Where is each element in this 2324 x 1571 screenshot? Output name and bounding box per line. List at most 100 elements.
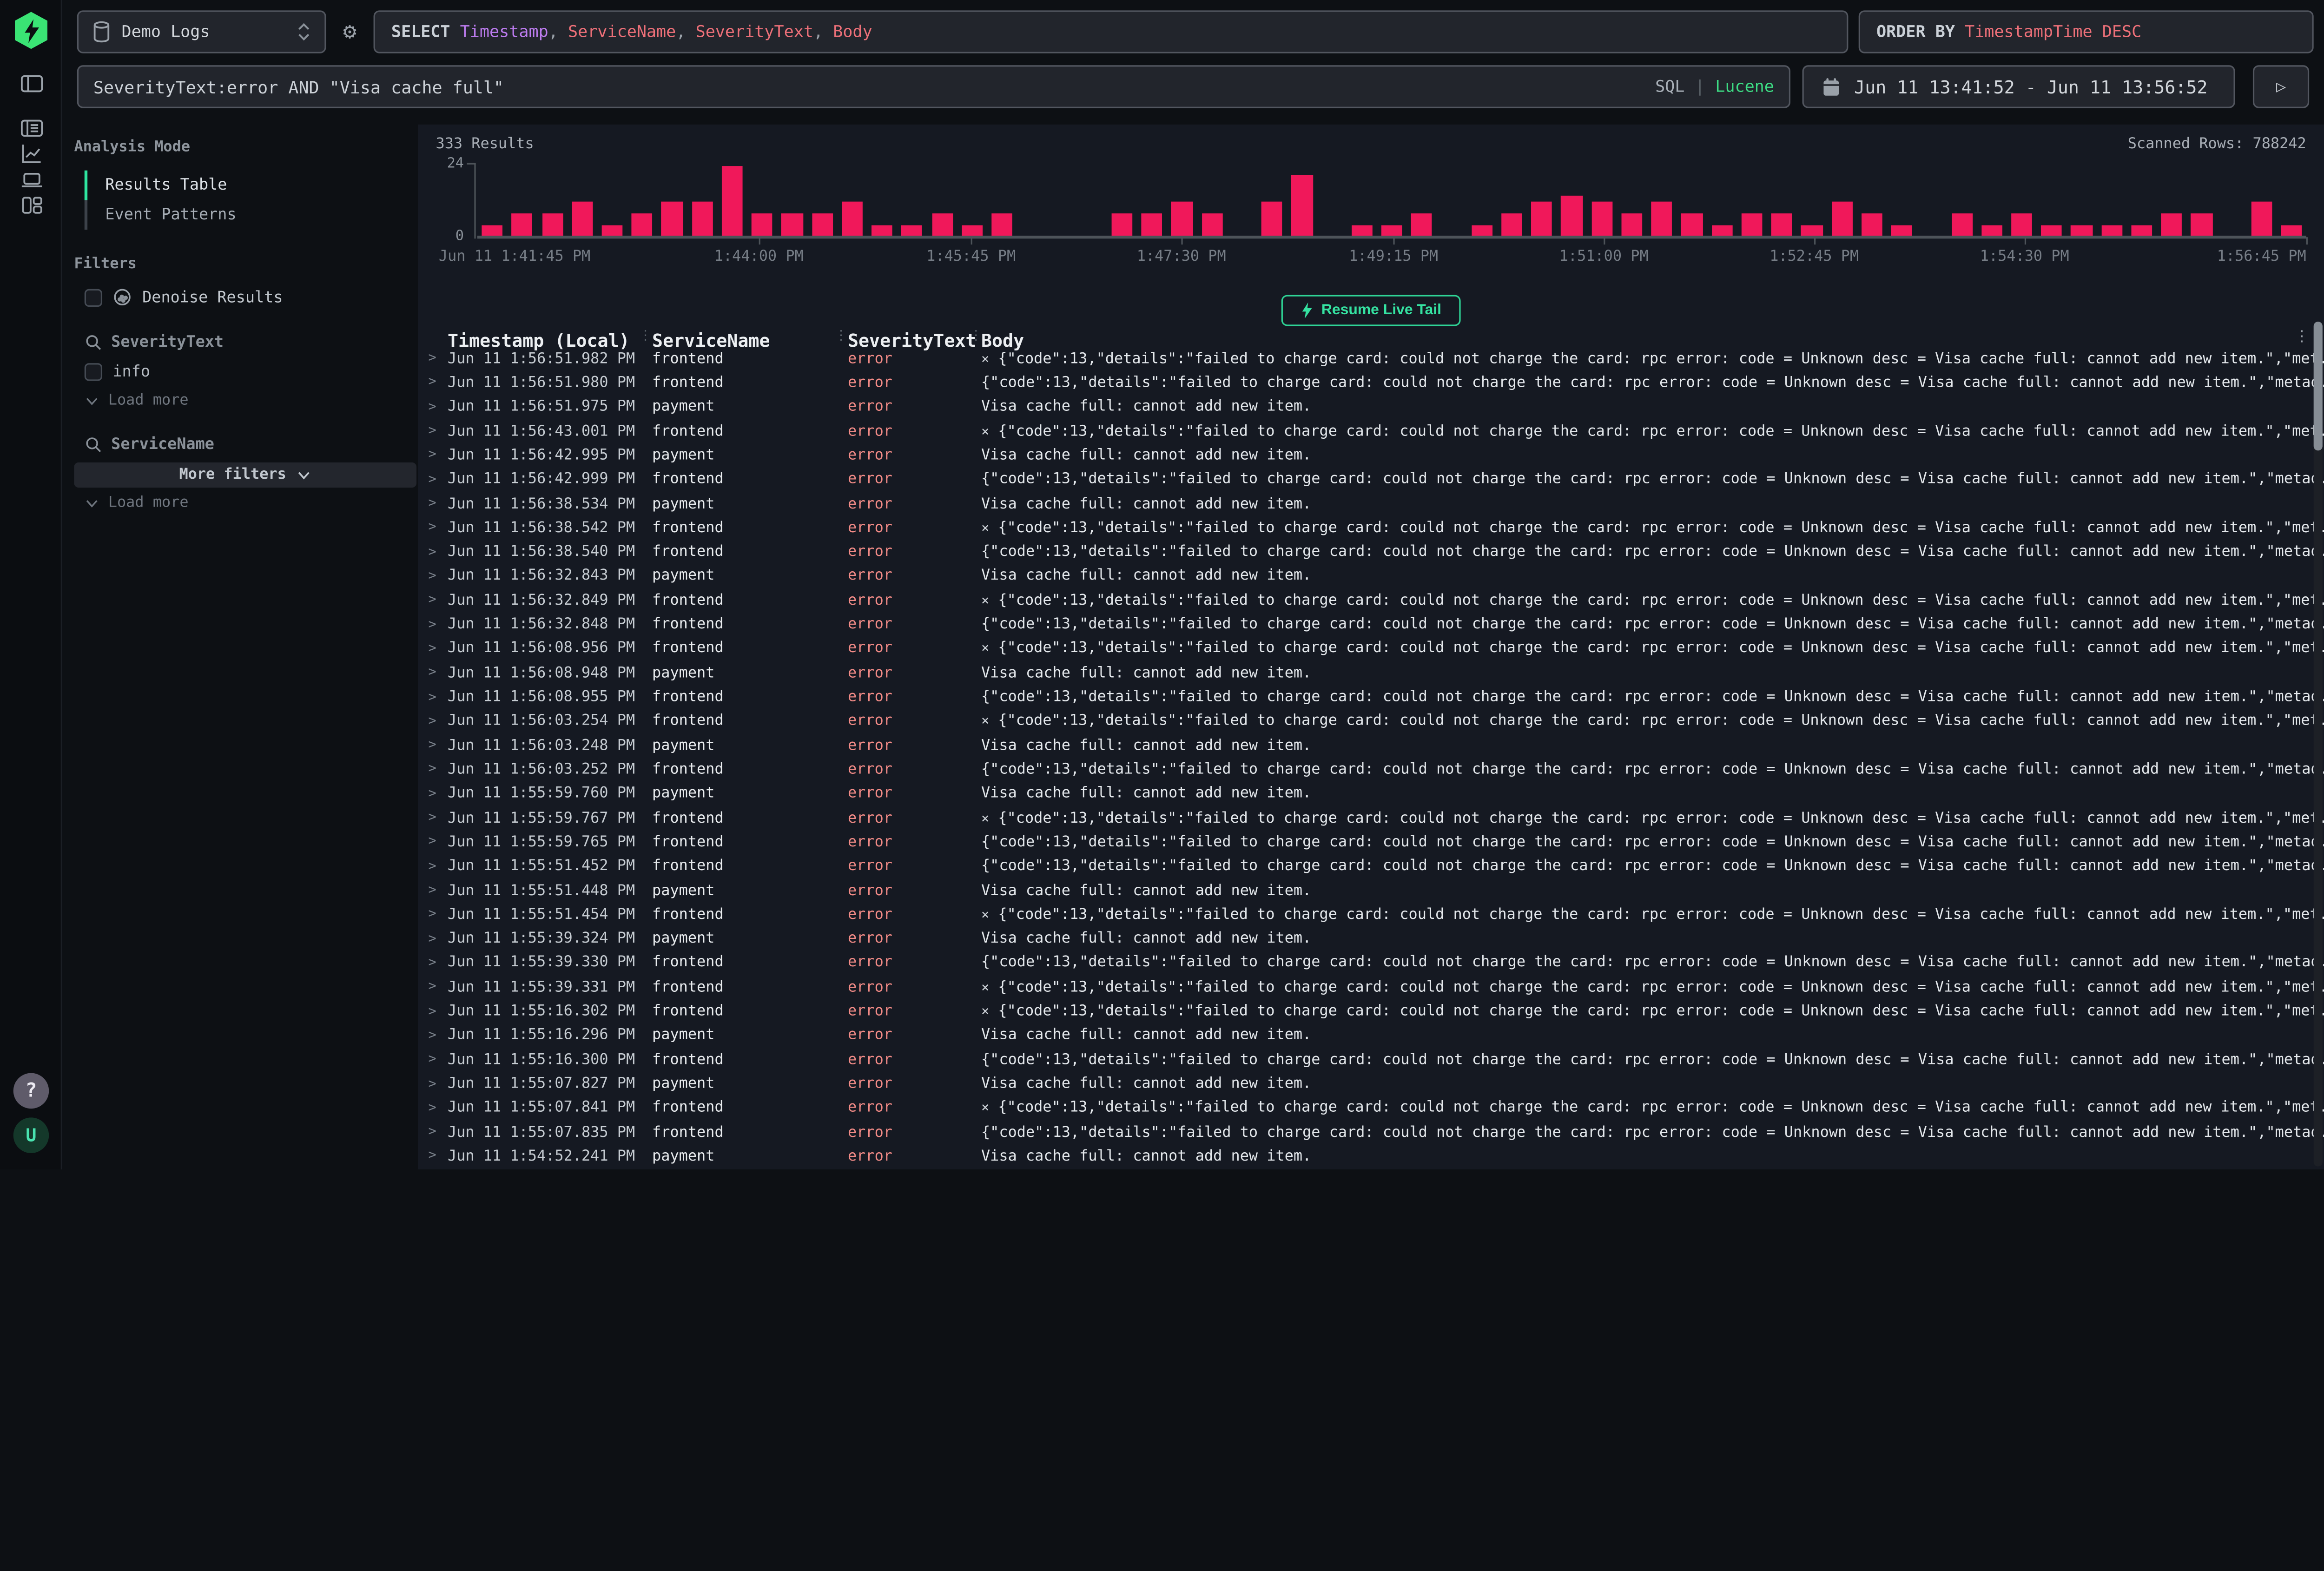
table-row[interactable]: >Jun 11 1:56:03.254 PMfrontenderror×{"co… (418, 709, 2324, 733)
select-query-editor[interactable]: SELECT Timestamp, ServiceName, SeverityT… (374, 10, 1849, 53)
table-row[interactable]: >Jun 11 1:56:43.001 PMfrontenderror×{"co… (418, 419, 2324, 443)
time-range-picker[interactable]: Jun 11 13:41:52 - Jun 11 13:56:52 (1802, 65, 2235, 108)
histogram-slot[interactable] (1347, 166, 1377, 237)
row-expand-chevron[interactable]: > (418, 859, 448, 874)
histogram-slot[interactable] (507, 166, 537, 237)
row-expand-chevron[interactable]: > (418, 1101, 448, 1116)
histogram-slot[interactable] (1857, 166, 1887, 237)
histogram-slot[interactable] (927, 166, 957, 237)
histogram-slot[interactable] (1737, 166, 1767, 237)
row-expand-chevron[interactable]: > (418, 787, 448, 802)
table-row[interactable]: >Jun 11 1:56:38.534 PMpaymenterrorVisa c… (418, 492, 2324, 516)
table-row[interactable]: >Jun 11 1:56:42.999 PMfrontenderror{"cod… (418, 468, 2324, 492)
row-expand-chevron[interactable]: > (418, 472, 448, 487)
row-expand-chevron[interactable]: > (418, 376, 448, 390)
table-row[interactable]: >Jun 11 1:56:08.948 PMpaymenterrorVisa c… (418, 661, 2324, 685)
histogram-slot[interactable] (1977, 166, 2007, 237)
table-row[interactable]: >Jun 11 1:56:51.975 PMpaymenterrorVisa c… (418, 395, 2324, 419)
histogram-slot[interactable] (1107, 166, 1137, 237)
table-row[interactable]: >Jun 11 1:55:59.765 PMfrontenderror{"cod… (418, 831, 2324, 855)
row-expand-chevron[interactable]: > (418, 908, 448, 923)
filter-group-servicename[interactable]: ServiceName (85, 436, 418, 454)
histogram-slot[interactable] (1827, 166, 1857, 237)
row-expand-chevron[interactable]: > (418, 424, 448, 439)
histogram-slot[interactable] (2007, 166, 2037, 237)
order-by-editor[interactable]: ORDER BY TimestampTime DESC (1859, 10, 2314, 53)
source-select[interactable]: Demo Logs (77, 10, 326, 53)
table-row[interactable]: >Jun 11 1:56:32.843 PMpaymenterrorVisa c… (418, 564, 2324, 588)
row-expand-chevron[interactable]: > (418, 593, 448, 608)
histogram-slot[interactable] (2157, 166, 2187, 237)
filter-checkbox[interactable] (85, 363, 102, 381)
histogram-slot[interactable] (1467, 166, 1497, 237)
table-row[interactable]: >Jun 11 1:55:07.835 PMfrontenderror{"cod… (418, 1121, 2324, 1145)
histogram-slot[interactable] (747, 166, 777, 237)
histogram-slot[interactable] (2217, 166, 2247, 237)
row-expand-chevron[interactable]: > (418, 448, 448, 463)
row-expand-chevron[interactable]: > (418, 1029, 448, 1043)
table-row[interactable]: >Jun 11 1:55:51.452 PMfrontenderror{"cod… (418, 855, 2324, 879)
search-input[interactable]: SeverityText:error AND "Visa cache full"… (77, 65, 1790, 108)
mode-results-table[interactable]: Results Table (85, 171, 418, 200)
table-row[interactable]: >Jun 11 1:55:16.300 PMfrontenderror{"cod… (418, 1048, 2324, 1072)
table-row[interactable]: >Jun 11 1:56:08.956 PMfrontenderror×{"co… (418, 637, 2324, 661)
histogram-slot[interactable] (837, 166, 867, 237)
histogram-slot[interactable] (2187, 166, 2217, 237)
row-expand-chevron[interactable]: > (418, 569, 448, 584)
row-expand-chevron[interactable]: > (418, 496, 448, 511)
histogram-slot[interactable] (1617, 166, 1647, 237)
row-expand-chevron[interactable]: > (418, 956, 448, 971)
histogram-slot[interactable] (1797, 166, 1827, 237)
histogram-slot[interactable] (1317, 166, 1347, 237)
histogram-slot[interactable] (687, 166, 717, 237)
histogram-slot[interactable] (1407, 166, 1437, 237)
histogram-slot[interactable] (987, 166, 1017, 237)
table-row[interactable]: >Jun 11 1:56:03.252 PMfrontenderror{"cod… (418, 758, 2324, 782)
row-expand-chevron[interactable]: > (418, 980, 448, 995)
row-expand-chevron[interactable]: > (418, 521, 448, 535)
histogram-slot[interactable] (1527, 166, 1557, 237)
histogram-slot[interactable] (1557, 166, 1587, 237)
row-expand-chevron[interactable]: > (418, 545, 448, 560)
histogram-slot[interactable] (897, 166, 927, 237)
row-expand-chevron[interactable]: > (418, 739, 448, 753)
histogram-slot[interactable] (1947, 166, 1977, 237)
histogram-slot[interactable] (867, 166, 898, 237)
histogram-slot[interactable] (1437, 166, 1467, 237)
histogram-slot[interactable] (2277, 166, 2307, 237)
denoise-checkbox[interactable] (85, 288, 102, 306)
histogram-slot[interactable] (597, 166, 627, 237)
table-row[interactable]: >Jun 11 1:55:16.302 PMfrontenderror×{"co… (418, 1000, 2324, 1024)
row-expand-chevron[interactable]: > (418, 1077, 448, 1092)
histogram-slot[interactable] (567, 166, 597, 237)
histogram-slot[interactable] (1587, 166, 1617, 237)
table-row[interactable]: >Jun 11 1:56:42.995 PMpaymenterrorVisa c… (418, 443, 2324, 468)
histogram-slot[interactable] (957, 166, 987, 237)
table-row[interactable]: >Jun 11 1:55:07.827 PMpaymenterrorVisa c… (418, 1072, 2324, 1096)
table-row[interactable]: >Jun 11 1:56:51.980 PMfrontenderror{"cod… (418, 371, 2324, 395)
run-query-button[interactable]: ▷ (2253, 65, 2309, 108)
row-expand-chevron[interactable]: > (418, 1053, 448, 1068)
table-row[interactable]: >Jun 11 1:56:32.849 PMfrontenderror×{"co… (418, 588, 2324, 613)
histogram-slot[interactable] (2247, 166, 2277, 237)
histogram-slot[interactable] (1497, 166, 1527, 237)
mode-event-patterns[interactable]: Event Patterns (85, 200, 418, 230)
histogram-slot[interactable] (1227, 166, 1257, 237)
table-row[interactable]: >Jun 11 1:56:38.542 PMfrontenderror×{"co… (418, 516, 2324, 540)
histogram-slot[interactable] (1887, 166, 1917, 237)
row-expand-chevron[interactable]: > (418, 1125, 448, 1140)
table-row[interactable]: >Jun 11 1:55:51.454 PMfrontenderror×{"co… (418, 903, 2324, 927)
histogram-slot[interactable] (1767, 166, 1797, 237)
histogram-slot[interactable] (477, 166, 508, 237)
row-expand-chevron[interactable]: > (418, 617, 448, 632)
table-row[interactable]: >Jun 11 1:56:32.848 PMfrontenderror{"cod… (418, 613, 2324, 637)
mode-sql[interactable]: SQL (1655, 77, 1684, 96)
histogram-slot[interactable] (807, 166, 838, 237)
dashboards-icon[interactable] (15, 190, 47, 219)
histogram-slot[interactable] (1257, 166, 1287, 237)
histogram-slot[interactable] (1917, 166, 1947, 237)
histogram-slot[interactable] (1377, 166, 1407, 237)
histogram-slot[interactable] (657, 166, 687, 237)
histogram-slot[interactable] (537, 166, 568, 237)
row-expand-chevron[interactable]: > (418, 763, 448, 778)
